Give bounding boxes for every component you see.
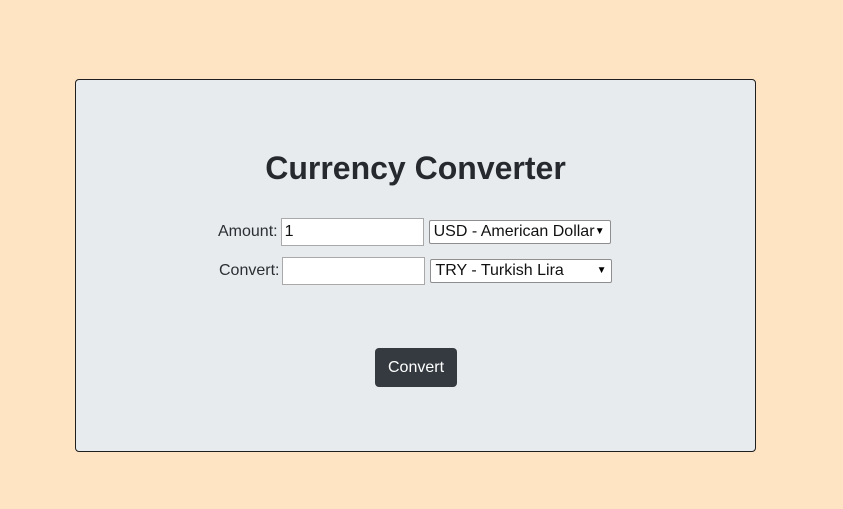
page-title: Currency Converter <box>265 150 566 186</box>
caret-down-icon: ▼ <box>596 265 607 276</box>
from-currency-select[interactable]: USD - American Dollar ▼ <box>428 220 611 244</box>
to-currency-value: TRY - Turkish Lira <box>435 262 564 279</box>
converter-card: Currency Converter Amount: USD - America… <box>75 79 756 452</box>
amount-row: Amount: USD - American Dollar ▼ <box>218 218 611 246</box>
to-currency-select[interactable]: TRY - Turkish Lira ▼ <box>430 259 613 283</box>
convert-label: Convert: <box>219 262 280 279</box>
amount-input[interactable] <box>280 218 424 246</box>
from-currency-value: USD - American Dollar <box>433 223 595 240</box>
caret-down-icon: ▼ <box>594 226 605 237</box>
convert-button[interactable]: Convert <box>375 348 457 387</box>
amount-label: Amount: <box>218 223 278 240</box>
convert-row: Convert: TRY - Turkish Lira ▼ <box>219 257 613 285</box>
convert-output-input[interactable] <box>282 257 426 285</box>
